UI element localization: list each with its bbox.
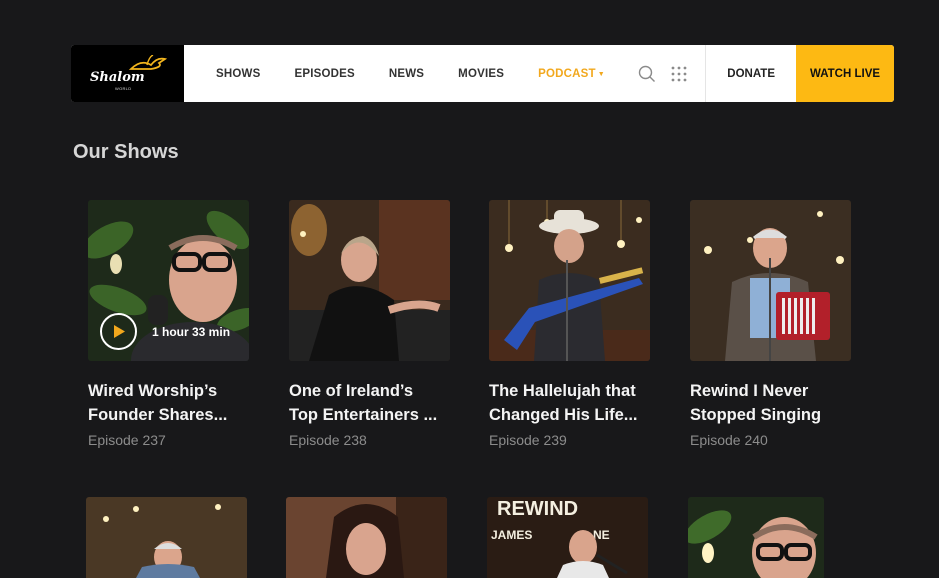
episode-label: Episode 238: [289, 432, 367, 448]
watch-live-button[interactable]: WATCH LIVE: [796, 45, 894, 102]
episode-label: Episode 239: [489, 432, 567, 448]
banner-text: REWIND: [497, 498, 578, 520]
show-thumbnail[interactable]: [489, 200, 650, 361]
nav-podcast-label: PODCAST: [538, 67, 596, 80]
duration-label: 1 hour 33 min: [152, 324, 231, 339]
show-title[interactable]: Rewind I Never Stopped Singing: [690, 379, 851, 427]
show-title-line: One of Ireland’s: [289, 382, 414, 400]
show-title-line: Founder Shares...: [88, 406, 228, 424]
nav-episodes[interactable]: EPISODES: [294, 68, 354, 80]
site-header: Shalom WORLD SHOWS EPISODES NEWS MOVIES …: [71, 45, 894, 102]
show-thumbnail[interactable]: [86, 497, 247, 578]
show-thumbnail[interactable]: [688, 497, 824, 578]
play-overlay[interactable]: 1 hour 33 min: [100, 313, 230, 350]
banner-text: JAMES: [491, 528, 532, 542]
nav-podcast[interactable]: PODCAST ▼: [538, 68, 605, 80]
show-title-line: The Hallelujah that: [489, 382, 636, 400]
show-title-line: Wired Worship’s: [88, 382, 218, 400]
nav-news[interactable]: NEWS: [389, 68, 424, 80]
show-card[interactable]: Rewind I Never Stopped Singing Episode 2…: [690, 200, 851, 448]
show-title[interactable]: The Hallelujah that Changed His Life...: [489, 379, 650, 427]
play-icon[interactable]: [100, 313, 137, 350]
show-title[interactable]: Wired Worship’s Founder Shares...: [88, 379, 249, 427]
show-card[interactable]: 1 hour 33 min Wired Worship’s Founder Sh…: [73, 185, 264, 463]
episode-label: Episode 240: [690, 432, 768, 448]
episode-label: Episode 237: [88, 432, 166, 448]
show-thumbnail[interactable]: REWIND JAMES NE: [487, 497, 648, 578]
shalom-world-logo[interactable]: Shalom WORLD: [71, 45, 184, 102]
main-nav: SHOWS EPISODES NEWS MOVIES PODCAST ▼: [184, 45, 705, 102]
nav-shows[interactable]: SHOWS: [216, 68, 260, 80]
apps-grid-icon[interactable]: [669, 64, 689, 84]
show-title-line: Top Entertainers ...: [289, 406, 438, 424]
show-thumbnail[interactable]: [286, 497, 447, 578]
show-thumbnail[interactable]: 1 hour 33 min: [88, 200, 249, 361]
logo-subtext: WORLD: [115, 86, 132, 91]
logo-text: Shalom: [90, 70, 145, 85]
section-title: Our Shows: [73, 141, 179, 163]
show-title[interactable]: One of Ireland’s Top Entertainers ...: [289, 379, 450, 427]
nav-movies[interactable]: MOVIES: [458, 68, 504, 80]
show-thumbnail[interactable]: [289, 200, 450, 361]
show-title-line: Rewind I Never: [690, 382, 809, 400]
donate-button[interactable]: DONATE: [705, 45, 796, 102]
show-title-line: Stopped Singing: [690, 406, 822, 424]
caret-down-icon: ▼: [597, 70, 605, 78]
show-thumbnail[interactable]: [690, 200, 851, 361]
show-card[interactable]: One of Ireland’s Top Entertainers ... Ep…: [289, 200, 450, 448]
search-icon[interactable]: [637, 64, 657, 84]
show-card[interactable]: The Hallelujah that Changed His Life... …: [489, 200, 650, 448]
show-title-line: Changed His Life...: [489, 406, 638, 424]
